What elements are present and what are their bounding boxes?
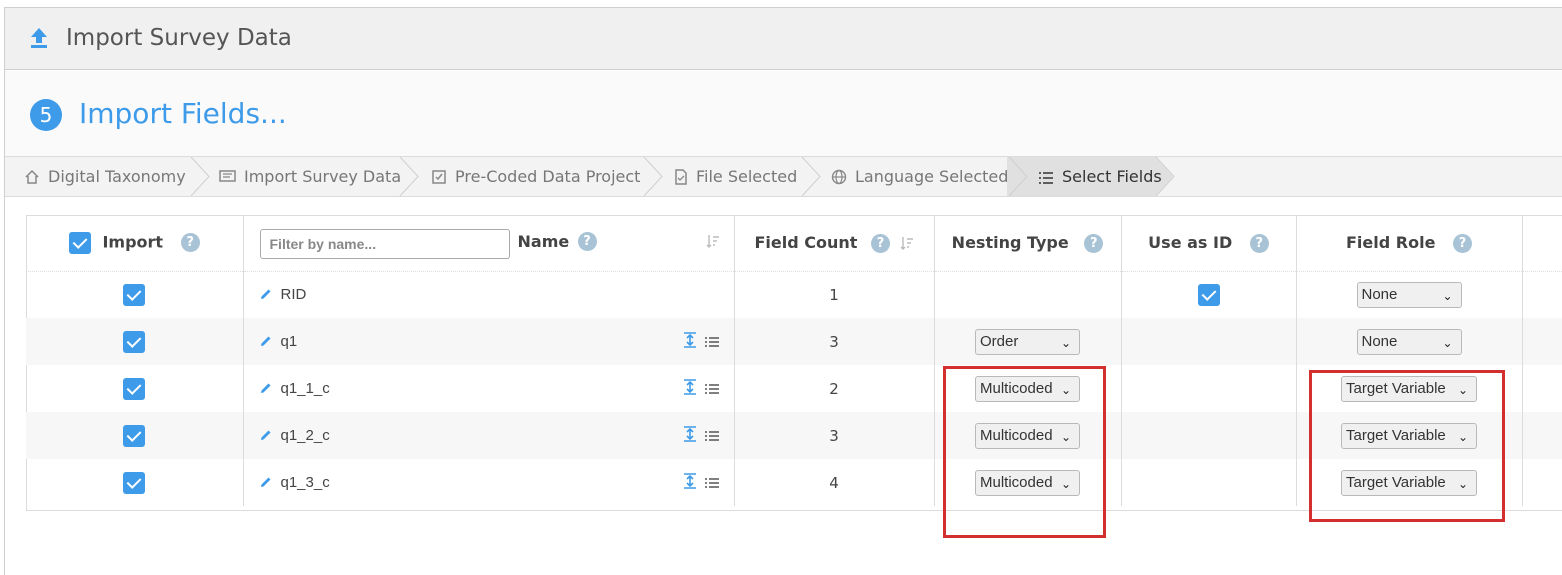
list-icon[interactable]	[704, 336, 720, 348]
step-title: Import Fields...	[79, 97, 287, 130]
column-label: Nesting Type	[951, 232, 1069, 252]
use-as-id-cell	[1121, 318, 1297, 365]
import-checkbox[interactable]	[123, 377, 146, 400]
breadcrumb-label: Import Survey Data	[244, 167, 402, 186]
page-header: Import Survey Data	[5, 8, 1562, 70]
field-count: 1	[734, 271, 935, 318]
table-row: q1 3 Order ⌄ None ⌄	[26, 318, 1562, 365]
help-icon[interactable]: ?	[1453, 233, 1472, 253]
field-count: 4	[734, 459, 935, 506]
field-name: RID	[280, 286, 307, 304]
field-name: q1	[280, 333, 298, 350]
breadcrumb-label: Pre-Coded Data Project	[455, 167, 641, 186]
edit-icon[interactable]	[259, 381, 273, 395]
message-icon	[219, 170, 236, 182]
help-icon[interactable]: ?	[1249, 233, 1269, 253]
field-name: q1_2_c	[280, 427, 330, 444]
column-label: Use as ID	[1148, 232, 1233, 252]
list-icon[interactable]	[704, 477, 720, 489]
help-icon[interactable]: ?	[180, 233, 200, 253]
use-as-id-cell	[1121, 459, 1297, 506]
list-icon[interactable]	[704, 430, 720, 442]
edit-icon[interactable]	[259, 428, 273, 442]
column-label: Name	[517, 232, 570, 251]
field-count: 3	[734, 318, 935, 365]
chevron-down-icon: ⌄	[1442, 335, 1453, 350]
nesting-type-select[interactable]: Order ⌄	[975, 328, 1080, 355]
import-checkbox[interactable]	[123, 330, 146, 353]
column-label: Import	[102, 232, 164, 252]
expand-icon[interactable]	[683, 379, 697, 395]
breadcrumb-file-selected[interactable]: File Selected	[674, 157, 797, 196]
list-icon[interactable]	[704, 383, 720, 395]
column-header-field-role: Field Role ?	[1296, 215, 1523, 272]
home-icon	[25, 169, 39, 184]
help-icon[interactable]: ?	[577, 232, 597, 251]
breadcrumb-label: Language Selected	[855, 167, 1009, 186]
globe-icon	[831, 169, 847, 185]
list-icon	[1039, 172, 1053, 184]
page-title: Import Survey Data	[66, 25, 292, 51]
breadcrumb-label: File Selected	[696, 167, 798, 186]
edit-icon[interactable]	[259, 475, 273, 489]
upload-icon	[31, 28, 47, 48]
breadcrumb-pre-coded-data-project[interactable]: Pre-Coded Data Project	[431, 157, 640, 196]
use-as-id-cell	[1121, 365, 1297, 412]
chevron-down-icon: ⌄	[1442, 288, 1453, 303]
breadcrumb-select-fields[interactable]: Select Fields	[1038, 157, 1162, 196]
column-header-field-count: Field Count ?	[734, 215, 935, 272]
filter-by-name-input[interactable]: Filter by name...	[259, 229, 510, 259]
column-label: Field Count	[754, 232, 858, 252]
breadcrumb-digital-taxonomy[interactable]: Digital Taxonomy	[24, 157, 186, 196]
breadcrumb-language-selected[interactable]: Language Selected	[831, 157, 1008, 196]
column-label: Field Role	[1346, 232, 1436, 252]
highlight-box-nesting-type	[943, 366, 1106, 538]
use-as-id-cell	[1121, 412, 1297, 459]
field-name: q1_3_c	[280, 474, 330, 491]
nesting-type-cell	[934, 271, 1122, 318]
import-checkbox[interactable]	[123, 424, 146, 447]
breadcrumb-label: Digital Taxonomy	[48, 167, 186, 186]
highlight-box-field-role	[1309, 370, 1505, 522]
help-icon[interactable]: ?	[1084, 233, 1104, 253]
field-count: 2	[734, 365, 935, 412]
use-as-id-checkbox[interactable]	[1197, 283, 1220, 306]
expand-icon[interactable]	[683, 426, 697, 442]
import-checkbox[interactable]	[123, 283, 146, 306]
edit-icon[interactable]	[259, 334, 273, 348]
file-icon	[675, 169, 687, 185]
step-number-badge: 5	[30, 99, 62, 131]
expand-icon[interactable]	[683, 332, 697, 348]
import-checkbox[interactable]	[123, 471, 146, 494]
sort-icon[interactable]	[900, 236, 914, 250]
field-role-select[interactable]: None ⌄	[1356, 281, 1462, 308]
select-all-checkbox[interactable]	[68, 231, 91, 254]
field-role-select[interactable]: None ⌄	[1356, 328, 1462, 355]
field-name: q1_1_c	[280, 380, 330, 397]
column-header-name: Filter by name... Name ?	[243, 215, 735, 272]
table-row: RID 1 None ⌄	[26, 271, 1562, 318]
column-header-use-as-id: Use as ID ?	[1121, 215, 1297, 272]
column-header-import: Import ?	[26, 215, 244, 272]
field-count: 3	[734, 412, 935, 459]
column-header-nesting-type: Nesting Type ?	[934, 215, 1122, 272]
help-icon[interactable]: ?	[870, 233, 890, 253]
breadcrumb-label: Select Fields	[1062, 167, 1162, 186]
expand-icon[interactable]	[683, 473, 697, 489]
step-banner: 5 Import Fields...	[5, 71, 1562, 156]
chevron-down-icon: ⌄	[1060, 335, 1071, 350]
sort-icon[interactable]	[706, 234, 720, 248]
edit-icon[interactable]	[259, 287, 273, 301]
breadcrumb: Digital Taxonomy Import Survey Data Pre-…	[5, 156, 1562, 197]
checkbox-icon	[432, 170, 446, 184]
breadcrumb-import-survey-data[interactable]: Import Survey Data	[219, 157, 401, 196]
